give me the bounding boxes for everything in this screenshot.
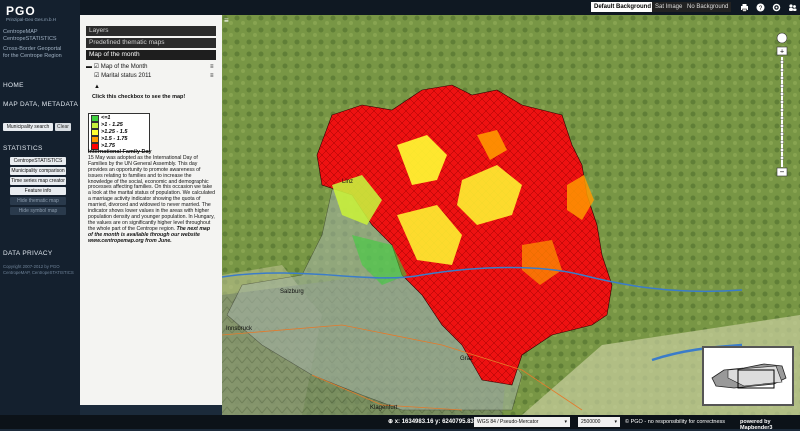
panel-toggle-icon[interactable]: ≡ bbox=[224, 17, 232, 25]
map-description: International Family Day 15 May was adop… bbox=[88, 149, 216, 245]
nav-map-data[interactable]: MAP DATA, METADATA bbox=[3, 101, 78, 108]
users-icon[interactable] bbox=[788, 3, 797, 12]
clear-button[interactable]: Clear bbox=[55, 123, 71, 131]
svg-text:−: − bbox=[780, 168, 785, 177]
scale-select[interactable]: 2500000 ▾ bbox=[578, 417, 620, 427]
description-body: 15 May was adopted as the International … bbox=[88, 154, 216, 232]
hint-text: Click this checkbox to see the map! bbox=[92, 94, 186, 100]
legend-label: >1.5 - 1.75 bbox=[101, 136, 128, 142]
tagline-line-1: Cross-Border Geoportal bbox=[3, 46, 62, 52]
layer-panel: Layers Predefined thematic maps Map of t… bbox=[80, 15, 222, 405]
legend-label: >1 - 1.25 bbox=[101, 122, 123, 128]
arrow-up-icon: ▲ bbox=[94, 84, 100, 90]
pgo-logo[interactable]: PGO bbox=[6, 4, 36, 18]
default-background-button[interactable]: Default Background bbox=[591, 2, 655, 12]
svg-text:+: + bbox=[780, 49, 784, 56]
logo-subtitle: Prinzipal-Geo Ges.m.b.H bbox=[6, 17, 57, 22]
projection-value: WGS 84 / Pseudo-Mercator bbox=[477, 419, 539, 425]
legend-label: >1.25 - 1.5 bbox=[101, 129, 128, 135]
marital-status-label: Marital status 2011 bbox=[101, 73, 152, 79]
legend: <=1 >1 - 1.25 >1.25 - 1.5 >1.5 - 1.75 >1… bbox=[88, 113, 150, 152]
top-toolbar: Default Background Sat Image No Backgrou… bbox=[80, 0, 800, 15]
copyright-line-2: CentropeMAP, CentropeSTATISTICS bbox=[3, 269, 74, 275]
city-label: Klagenfurt bbox=[370, 405, 398, 411]
checkbox-map-of-month[interactable]: ☑ bbox=[94, 64, 99, 70]
folder-icon: ▬ bbox=[86, 64, 92, 70]
chevron-down-icon: ▾ bbox=[564, 419, 567, 425]
tagline: Cross-Border Geoportal for the Centrope … bbox=[3, 46, 62, 60]
nav-statistics[interactable]: STATISTICS bbox=[3, 145, 43, 152]
feature-info-button[interactable]: Feature info bbox=[10, 187, 66, 195]
checkbox-marital-status[interactable]: ☑ bbox=[94, 73, 99, 79]
legend-swatch bbox=[91, 122, 99, 129]
pan-icon[interactable] bbox=[776, 32, 788, 44]
left-navigation: PGO Prinzipal-Geo Ges.m.b.H CentropeMAP … bbox=[0, 0, 80, 429]
legend-label: <=1 bbox=[101, 115, 111, 121]
tagline-line-2: for the Centrope Region bbox=[3, 53, 62, 59]
chevron-down-icon: ▾ bbox=[614, 419, 617, 425]
scale-value: 2500000 bbox=[581, 419, 601, 425]
municipality-search-button[interactable]: Municipality search bbox=[3, 123, 53, 131]
menu-icon[interactable]: ≡ bbox=[210, 63, 214, 71]
coordinates-text: x: 1634983.16 y: 6240795.83 bbox=[394, 419, 474, 425]
nav-data-privacy[interactable]: DATA PRIVACY bbox=[3, 250, 52, 257]
tab-layers[interactable]: Layers bbox=[86, 26, 216, 36]
powered-by[interactable]: powered by Mapbender3 bbox=[740, 419, 800, 431]
zoom-control[interactable]: + − bbox=[776, 32, 788, 182]
city-label: Innsbruck bbox=[226, 326, 253, 332]
nav-home[interactable]: HOME bbox=[3, 82, 24, 89]
copyright: Copyright 2007-2012 by PGO CentropeMAP, … bbox=[3, 264, 74, 275]
project-name: CentropeMAP CentropeSTATISTICS bbox=[3, 29, 57, 43]
legend-item: >1.5 - 1.75 bbox=[91, 136, 128, 143]
city-label: Salzburg bbox=[280, 289, 304, 295]
tab-predefined-maps[interactable]: Predefined thematic maps bbox=[86, 38, 216, 48]
overview-map[interactable] bbox=[702, 346, 794, 406]
legend-item: >1 - 1.25 bbox=[91, 122, 123, 129]
copyright-notice: © PGO - no responsibility for correctnes… bbox=[625, 419, 726, 425]
settings-icon[interactable] bbox=[772, 3, 781, 12]
centropestatistics-button[interactable]: CentropeSTATISTICS bbox=[10, 157, 66, 165]
legend-swatch bbox=[91, 115, 99, 122]
legend-item: >1.25 - 1.5 bbox=[91, 129, 128, 136]
project-line-1: CentropeMAP bbox=[3, 29, 38, 35]
legend-swatch bbox=[91, 129, 99, 136]
municipality-comparison-button[interactable]: Municipality comparison bbox=[10, 167, 66, 175]
legend-swatch bbox=[91, 136, 99, 143]
help-icon[interactable]: ? bbox=[756, 3, 765, 12]
no-background-button[interactable]: No Background bbox=[684, 2, 732, 12]
marital-status-row: ☑ Marital status 2011 bbox=[94, 72, 151, 80]
coordinates-readout: ⊕ x: 1634983.16 y: 6240795.83 bbox=[388, 419, 474, 425]
legend-item: <=1 bbox=[91, 115, 111, 122]
city-label: Linz bbox=[342, 179, 353, 185]
layer-menu-icon[interactable]: ≡ bbox=[210, 72, 214, 80]
hide-thematic-map-button[interactable]: Hide thematic map bbox=[10, 197, 66, 205]
tab-map-of-the-month[interactable]: Map of the month bbox=[86, 50, 216, 60]
city-label: Graz bbox=[460, 356, 473, 362]
project-line-2: CentropeSTATISTICS bbox=[3, 36, 57, 42]
projection-select[interactable]: WGS 84 / Pseudo-Mercator ▾ bbox=[474, 417, 570, 427]
map-of-month-row: ▬ ☑ Map of the Month bbox=[86, 63, 147, 71]
map-of-month-label: Map of the Month bbox=[100, 64, 148, 70]
time-series-map-button[interactable]: Time series map creator bbox=[10, 177, 66, 185]
print-icon[interactable] bbox=[740, 3, 749, 12]
sat-image-button[interactable]: Sat Image bbox=[652, 2, 686, 12]
status-bar: ⊕ x: 1634983.16 y: 6240795.83 WGS 84 / P… bbox=[0, 415, 800, 431]
hide-symbol-map-button[interactable]: Hide symbol map bbox=[10, 207, 66, 215]
